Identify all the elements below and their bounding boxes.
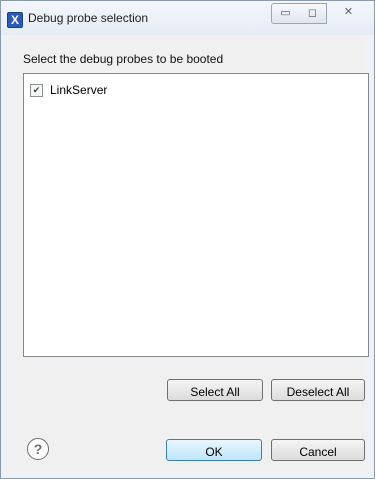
probe-item-linkserver[interactable]: ✔ LinkServer bbox=[30, 82, 107, 98]
app-icon: X bbox=[7, 12, 23, 28]
maximize-button[interactable]: ◻ bbox=[299, 3, 327, 24]
dialog-window: X Debug probe selection ▭ ◻ ✕ Select the… bbox=[0, 0, 375, 479]
instruction-label: Select the debug probes to be booted bbox=[23, 52, 224, 66]
probe-label: LinkServer bbox=[50, 83, 108, 97]
minimize-button[interactable]: ▭ bbox=[271, 3, 300, 24]
ok-button[interactable]: OK bbox=[166, 439, 262, 461]
checkmark-icon: ✔ bbox=[32, 84, 41, 95]
close-button[interactable]: ✕ bbox=[335, 3, 362, 22]
cancel-button[interactable]: Cancel bbox=[271, 439, 365, 461]
probe-list[interactable]: ✔ LinkServer bbox=[23, 73, 369, 357]
probe-checkbox[interactable]: ✔ bbox=[30, 83, 43, 97]
deselect-all-button[interactable]: Deselect All bbox=[271, 379, 365, 401]
help-icon[interactable]: ? bbox=[27, 438, 49, 460]
select-all-button[interactable]: Select All bbox=[167, 379, 263, 401]
title-bar[interactable]: X Debug probe selection ▭ ◻ ✕ bbox=[1, 1, 374, 35]
dialog-content: Select the debug probes to be booted ✔ L… bbox=[9, 35, 369, 471]
window-title: Debug probe selection bbox=[28, 11, 149, 25]
